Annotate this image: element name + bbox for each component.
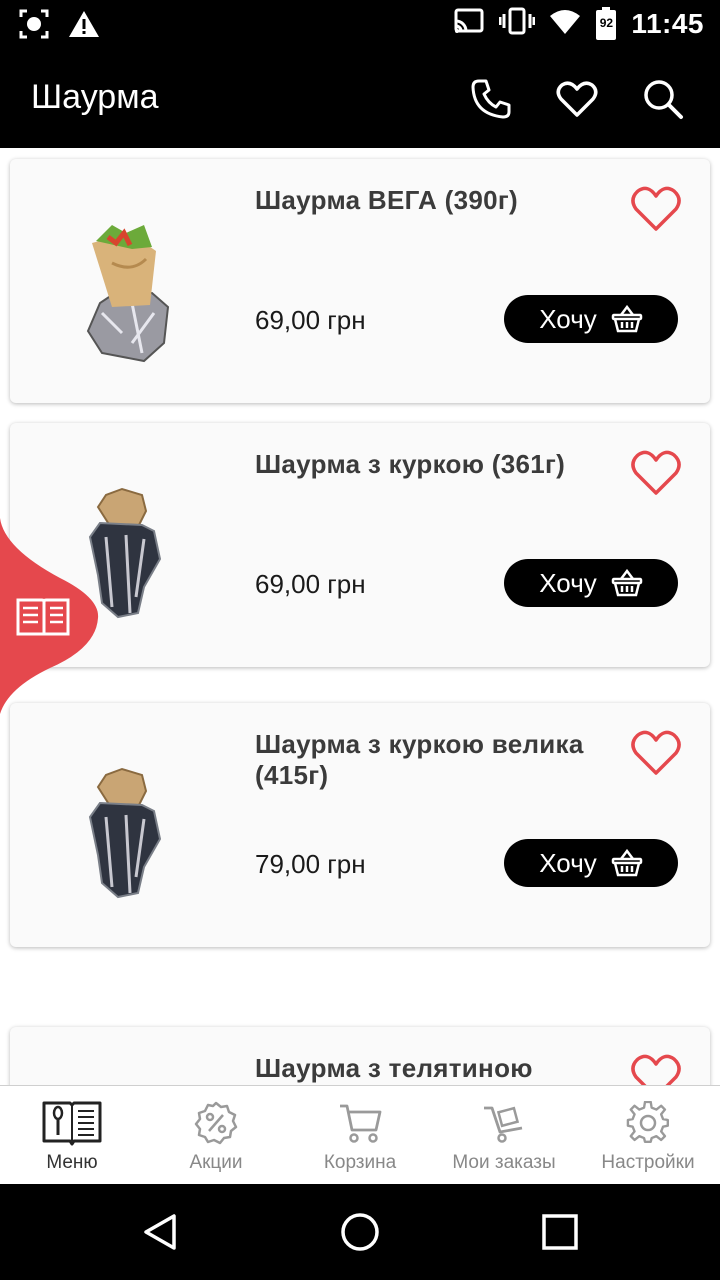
- want-button-label: Хочу: [539, 567, 597, 598]
- nav-label: Акции: [189, 1152, 243, 1173]
- home-button[interactable]: [340, 1212, 380, 1252]
- want-button-label: Хочу: [539, 847, 597, 878]
- back-triangle-icon: [144, 1214, 176, 1250]
- heart-outline-icon: [631, 450, 681, 495]
- wifi-icon: [549, 7, 581, 40]
- call-button[interactable]: [470, 78, 512, 120]
- product-price: 69,00 грн: [255, 305, 366, 335]
- want-button[interactable]: Хочу: [504, 295, 678, 343]
- delivery-cart-icon: [484, 1106, 523, 1143]
- page-title: Шаурма: [31, 78, 159, 116]
- favorite-button[interactable]: [630, 1053, 682, 1085]
- product-price: 79,00 грн: [255, 849, 366, 879]
- nav-label: Меню: [46, 1152, 98, 1173]
- favorites-button[interactable]: [556, 78, 598, 120]
- basket-icon: [611, 569, 642, 597]
- home-circle-icon: [341, 1213, 379, 1251]
- cart-icon: [340, 1104, 382, 1143]
- warning-icon: [68, 9, 100, 44]
- bottom-nav: Меню Акции Корзина Мои заказы Настройки: [0, 1085, 720, 1184]
- search-icon: [644, 80, 683, 119]
- want-button-label: Хочу: [539, 303, 597, 334]
- heart-outline-icon: [631, 730, 681, 775]
- product-list[interactable]: Шаурма ВЕГА (390г) 69,00 грн Хочу Шаурма…: [0, 148, 720, 1085]
- product-name[interactable]: Шаурма з куркою велика (415г): [255, 729, 585, 791]
- basket-icon: [611, 849, 642, 877]
- search-button[interactable]: [642, 78, 684, 120]
- product-name[interactable]: Шаурма ВЕГА (390г): [255, 185, 585, 216]
- heart-icon: [556, 81, 598, 117]
- nav-label: Настройки: [601, 1152, 695, 1173]
- back-button[interactable]: [140, 1212, 180, 1252]
- battery-level: 92: [599, 15, 614, 30]
- want-button[interactable]: Хочу: [504, 839, 678, 887]
- favorite-button[interactable]: [630, 185, 682, 233]
- product-card[interactable]: Шаурма з куркою велика (415г) 79,00 грн …: [10, 703, 710, 947]
- product-name[interactable]: Шаурма з телятиною: [255, 1053, 585, 1084]
- product-price: 69,00 грн: [255, 569, 366, 599]
- product-image: [72, 747, 192, 907]
- nav-item-settings[interactable]: Настройки: [576, 1086, 720, 1185]
- status-time: 11:45: [631, 7, 704, 39]
- screenshot-icon: [18, 8, 50, 45]
- recents-button[interactable]: [540, 1212, 580, 1252]
- menu-book-icon: [42, 1101, 102, 1146]
- nav-item-promotions[interactable]: Акции: [144, 1086, 288, 1185]
- product-name[interactable]: Шаурма з куркою (361г): [255, 449, 585, 480]
- nav-label: Мои заказы: [452, 1152, 556, 1173]
- catalog-side-tab[interactable]: [0, 518, 100, 714]
- battery-icon: 92: [595, 6, 617, 41]
- nav-item-cart[interactable]: Корзина: [288, 1086, 432, 1185]
- product-card[interactable]: Шаурма з куркою (361г) 69,00 грн Хочу: [10, 423, 710, 667]
- cast-icon: [453, 7, 485, 40]
- status-bar: 92 11:45: [0, 0, 720, 48]
- heart-outline-icon: [631, 1054, 681, 1085]
- percent-badge-icon: [194, 1101, 238, 1145]
- want-button[interactable]: Хочу: [504, 559, 678, 607]
- system-navigation-bar: [0, 1184, 720, 1280]
- heart-outline-icon: [631, 186, 681, 231]
- favorite-button[interactable]: [630, 729, 682, 777]
- nav-label: Корзина: [323, 1152, 397, 1173]
- app-bar: Шаурма: [0, 48, 720, 148]
- app-screen: 92 11:45 Шаурма Шаурма ВЕГА (390г) 69,00…: [0, 0, 720, 1280]
- vibrate-icon: [498, 6, 536, 41]
- basket-icon: [611, 305, 642, 333]
- recents-square-icon: [542, 1214, 578, 1250]
- favorite-button[interactable]: [630, 449, 682, 497]
- product-image: [72, 203, 192, 363]
- product-card[interactable]: Шаурма ВЕГА (390г) 69,00 грн Хочу: [10, 159, 710, 403]
- phone-icon: [471, 79, 511, 119]
- product-card[interactable]: Шаурма з телятиною: [10, 1027, 710, 1085]
- gear-icon: [626, 1101, 669, 1144]
- nav-item-menu[interactable]: Меню: [0, 1086, 144, 1185]
- nav-item-orders[interactable]: Мои заказы: [432, 1086, 576, 1185]
